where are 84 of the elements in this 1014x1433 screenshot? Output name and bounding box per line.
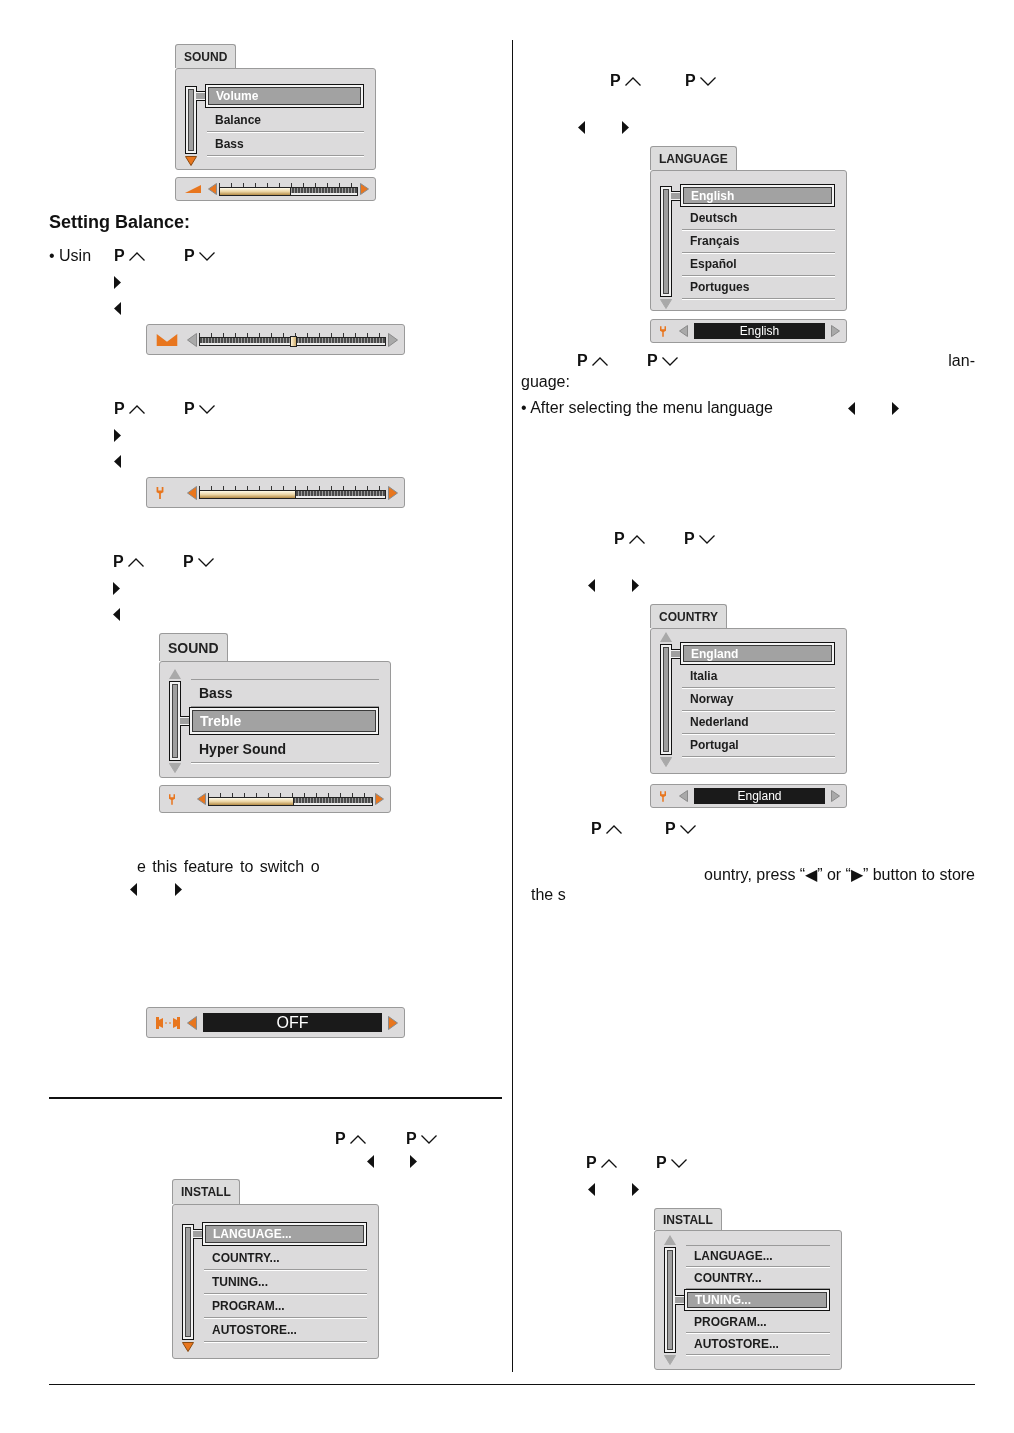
instruction-text: e this feature to switch o: [137, 857, 320, 877]
menu-item[interactable]: Balance: [207, 108, 364, 132]
balance-icon: [156, 333, 178, 346]
key-label: P: [684, 529, 695, 549]
menu-item[interactable]: Norway: [682, 688, 835, 711]
chevron-up-icon: [127, 557, 144, 567]
volume-icon: [185, 185, 201, 193]
tuning-fork-icon: [660, 790, 666, 802]
tuning-fork-icon: [660, 325, 666, 337]
menu-title: INSTALL: [654, 1208, 722, 1230]
chevron-down-icon: [699, 76, 716, 86]
chevron-up-icon: [349, 1134, 366, 1144]
chevron-up-icon: [600, 1158, 617, 1168]
chevron-down-icon: [670, 1158, 687, 1168]
menu-item[interactable]: TUNING...: [204, 1270, 367, 1294]
instruction-text: • Usin: [49, 246, 92, 266]
key-label: P: [614, 529, 625, 549]
menu-title: SOUND: [175, 44, 237, 68]
slider-thumb[interactable]: [289, 336, 297, 347]
instruction-text: • After selecting the menu language: [521, 398, 773, 418]
chevron-down-icon: [420, 1134, 437, 1144]
chevron-up-icon: [591, 356, 608, 366]
menu-item[interactable]: LANGUAGE...: [686, 1245, 830, 1267]
instruction-text: the s: [531, 885, 566, 905]
section-heading: Setting Balance:: [49, 211, 191, 233]
menu-title: INSTALL: [172, 1179, 240, 1204]
chevron-down-icon: [197, 557, 214, 567]
menu-item[interactable]: AUTOSTORE...: [686, 1333, 830, 1355]
instruction-text: ountry, press “◀” or “▶” button to store: [704, 865, 975, 885]
slider-track[interactable]: [199, 333, 386, 346]
menu-item[interactable]: Hyper Sound: [191, 735, 379, 763]
key-label: P: [114, 246, 125, 266]
instruction-text: lan-: [948, 351, 975, 371]
tuning-fork-icon: [156, 486, 164, 499]
key-label: P: [610, 71, 621, 91]
key-label: P: [586, 1153, 597, 1173]
instruction-text: guage:: [521, 372, 570, 392]
menu-item[interactable]: Nederland: [682, 711, 835, 734]
menu-item[interactable]: Portugues: [682, 276, 835, 299]
slider-track[interactable]: [219, 182, 358, 196]
value-field[interactable]: England: [694, 788, 825, 804]
key-label: P: [591, 819, 602, 839]
menu-item[interactable]: Portugal: [682, 734, 835, 757]
menu-title: LANGUAGE: [650, 146, 737, 170]
value-field[interactable]: English: [694, 323, 825, 339]
menu-title: COUNTRY: [650, 604, 727, 628]
key-label: P: [656, 1153, 667, 1173]
chevron-up-icon: [128, 251, 145, 261]
chevron-down-icon: [198, 251, 215, 261]
scroll-track: [185, 86, 197, 154]
value-field[interactable]: OFF: [203, 1013, 382, 1032]
menu-item[interactable]: COUNTRY...: [204, 1246, 367, 1270]
menu-item[interactable]: Español: [682, 253, 835, 276]
key-label: P: [685, 71, 696, 91]
tuning-fork-icon: [169, 793, 175, 805]
chevron-down-icon: [698, 534, 715, 544]
key-label: P: [183, 552, 194, 572]
menu-item[interactable]: Deutsch: [682, 207, 835, 230]
key-label: P: [665, 819, 676, 839]
chevron-up-icon: [628, 534, 645, 544]
menu-item[interactable]: PROGRAM...: [204, 1294, 367, 1318]
chevron-up-icon: [128, 404, 145, 414]
menu-title: SOUND: [159, 633, 228, 661]
key-label: P: [184, 399, 195, 419]
chevron-up-icon: [605, 824, 622, 834]
key-label: P: [335, 1129, 346, 1149]
menu-item[interactable]: PROGRAM...: [686, 1311, 830, 1333]
menu-item[interactable]: Français: [682, 230, 835, 253]
chevron-down-icon: [198, 404, 215, 414]
menu-item[interactable]: Italia: [682, 665, 835, 688]
key-label: P: [577, 351, 588, 371]
key-label: P: [114, 399, 125, 419]
chevron-down-icon: [679, 824, 696, 834]
menu-item[interactable]: Bass: [207, 132, 364, 156]
speakers-icon: [156, 1016, 180, 1029]
key-label: P: [647, 351, 658, 371]
slider-track[interactable]: [208, 792, 373, 806]
key-label: P: [184, 246, 195, 266]
chevron-up-icon: [624, 76, 641, 86]
chevron-down-icon: [661, 356, 678, 366]
key-label: P: [113, 552, 124, 572]
menu-item[interactable]: AUTOSTORE...: [204, 1318, 367, 1342]
slider-track[interactable]: [199, 486, 386, 499]
key-label: P: [406, 1129, 417, 1149]
